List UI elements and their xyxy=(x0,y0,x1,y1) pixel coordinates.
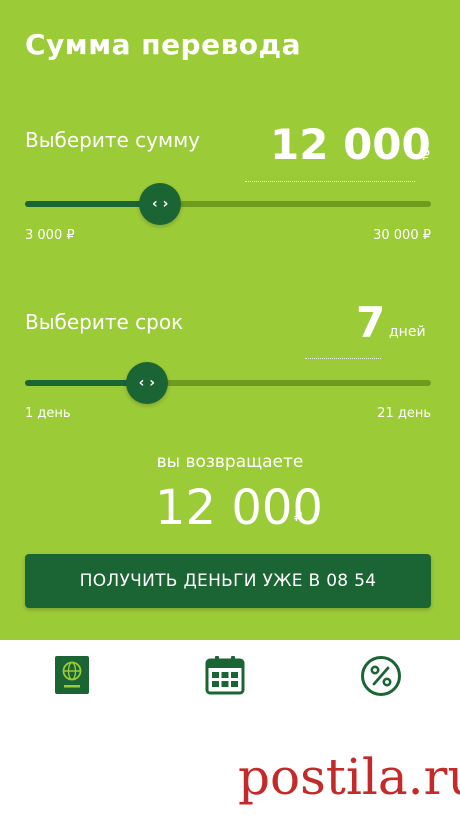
amount-value[interactable]: 12 000 xyxy=(270,120,431,169)
return-label: вы возвращаете xyxy=(156,452,304,472)
term-min-label: 1 день xyxy=(25,406,71,421)
term-slider-track[interactable] xyxy=(25,380,431,386)
term-value-underline xyxy=(305,358,381,359)
return-amount: 12 000 xyxy=(155,480,323,536)
term-unit: дней xyxy=(389,324,426,340)
arrows-horizontal-icon: ‹ › xyxy=(138,375,155,391)
term-slider-thumb[interactable]: ‹ › xyxy=(125,362,168,404)
amount-slider-track[interactable] xyxy=(25,201,431,207)
percent-icon[interactable] xyxy=(360,655,402,701)
get-money-button[interactable]: ПОЛУЧИТЬ ДЕНЬГИ УЖЕ В 08 54 xyxy=(25,554,431,608)
page-title: Сумма перевода xyxy=(25,28,302,61)
arrows-horizontal-icon: ‹ › xyxy=(151,196,169,212)
amount-slider-thumb[interactable]: ‹ › xyxy=(139,183,182,225)
amount-value-underline xyxy=(245,181,415,182)
term-label: Выберите срок xyxy=(25,310,184,334)
term-max-label: 21 день xyxy=(377,406,431,421)
amount-min-label: 3 000 ₽ xyxy=(25,228,75,243)
watermark-text: postila.ru xyxy=(238,748,460,806)
calendar-icon[interactable] xyxy=(205,655,245,699)
passport-icon[interactable] xyxy=(54,655,90,699)
amount-unit: ₽ xyxy=(421,148,430,164)
transfer-panel: Сумма перевода Выберите сумму 12 000 ₽ ‹… xyxy=(0,0,460,640)
return-unit: ₽ xyxy=(294,510,303,525)
amount-max-label: 30 000 ₽ xyxy=(373,228,431,243)
term-value[interactable]: 7 xyxy=(356,298,385,347)
amount-label: Выберите сумму xyxy=(25,128,200,152)
